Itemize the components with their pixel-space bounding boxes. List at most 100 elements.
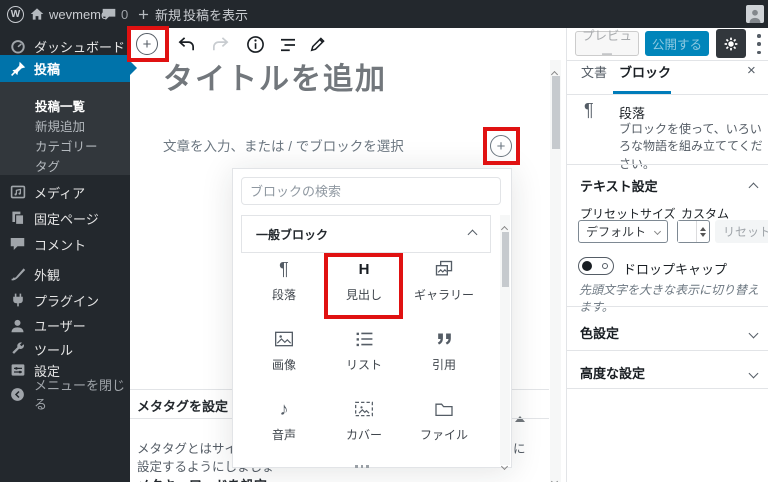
text-settings-collapse[interactable] [748,178,759,196]
undo-button[interactable] [177,35,196,54]
user-icon [9,317,26,334]
sidebar-item-users[interactable]: ユーザー [0,312,130,338]
my-account-menu[interactable] [746,0,764,28]
view-post-link[interactable]: 投稿を表示 [183,0,248,28]
submenu-item-add-new[interactable]: 新規追加 [0,115,130,135]
metabox-title: メタタグを設定 [137,399,229,414]
admin-sidebar: ダッシュボード 投稿 投稿一覧 新規追加 カテゴリー タグ メディア 固定ページ… [0,28,137,482]
editor-scrollbar-thumb[interactable] [551,76,560,149]
sidebar-item-comments[interactable]: コメント [0,231,130,257]
tab-block[interactable]: ブロック [619,62,671,81]
popup-scroll-down[interactable] [500,456,509,474]
sidebar-item-plugins[interactable]: プラグイン [0,287,130,313]
block-item-gallery[interactable]: ギャラリー [406,257,482,313]
comment-bubble-icon [102,8,116,21]
content-info-button[interactable] [246,35,265,54]
wp-logo-menu[interactable]: W [7,0,24,28]
block-item-list[interactable]: リスト [326,327,402,383]
block-item-cover[interactable]: カバー [326,397,402,453]
active-menu-arrow [130,61,137,75]
wordpress-logo-icon: W [7,5,24,23]
comments-menu[interactable]: 0 [102,0,128,28]
color-settings-expand[interactable] [748,324,759,342]
close-sidebar-button[interactable]: × [747,62,756,79]
color-settings-title[interactable]: 色設定 [580,323,619,342]
collapse-arrow-icon [9,386,26,403]
file-block-icon [434,397,454,421]
new-label: 新規 [155,7,182,23]
settings-gear-button[interactable] [716,29,746,58]
publish-button[interactable]: 公開する [645,31,709,56]
sidebar-item-media[interactable]: メディア [0,179,130,205]
sidebar-item-posts[interactable]: 投稿 [0,55,137,82]
toggle-dot [602,262,608,269]
chevron-down-icon [653,227,662,236]
paragraph-block-placeholder[interactable]: 文章を入力、または / でブロックを選択 [163,135,404,155]
comments-icon [9,236,26,253]
block-item-quote[interactable]: 引用 [406,327,482,383]
gear-icon [724,37,738,50]
redo-icon [212,37,229,51]
popup-scrollbar-thumb[interactable] [501,232,509,287]
pages-icon [9,210,26,227]
scroll-down-arrow[interactable] [550,471,559,482]
submenu-item-categories[interactable]: カテゴリー [0,135,130,155]
advanced-settings-title[interactable]: 高度な設定 [580,363,645,382]
highlight-box-toolbar-inserter [127,26,169,62]
kebab-dot [757,34,761,38]
preset-size-select[interactable]: デフォルト [578,220,668,243]
user-avatar [746,5,764,23]
post-title-input[interactable]: タイトルを追加 [163,54,387,98]
common-blocks-section-header[interactable]: 一般ブロック [241,215,491,253]
toggle-knob [582,260,592,271]
metabox-collapse-button[interactable] [515,399,525,422]
highlight-box-heading-block [324,253,403,319]
settings-icon [9,362,26,379]
stepper-down-icon [700,232,706,237]
wrench-icon [9,341,26,358]
sidebar-item-pages[interactable]: 固定ページ [0,205,130,231]
highlight-box-append-button [483,127,520,165]
collapse-menu-button[interactable]: メニューを閉じる [0,378,130,412]
custom-size-input[interactable] [678,221,696,242]
drop-cap-description: 先頭文字を大きな表示に切り替えます。 [579,283,760,314]
edit-mode-button[interactable] [309,35,327,53]
audio-block-icon: ♪ [279,398,289,419]
reset-button[interactable]: リセット [715,220,768,243]
drop-cap-toggle[interactable] [578,257,614,275]
drop-cap-label: ドロップキャップ [623,262,728,277]
new-content-menu[interactable]: 新規 [137,0,181,28]
advanced-settings-expand[interactable] [748,364,759,382]
block-item-file[interactable]: ファイル [406,397,482,453]
media-icon [9,184,26,201]
block-item-image[interactable]: 画像 [246,327,322,383]
redo-button[interactable] [211,35,230,54]
paragraph-block-icon: ¶ [279,258,289,279]
kebab-dot [757,50,761,54]
posts-submenu: 投稿一覧 新規追加 カテゴリー タグ [0,82,130,175]
block-search-input[interactable] [241,177,501,205]
block-description: ブロックを使って、いろいろな物語を組み立ててください。 [619,122,763,171]
submenu-item-all-posts[interactable]: 投稿一覧 [0,95,130,115]
more-options-button[interactable] [755,34,763,54]
sidebar-item-appearance[interactable]: 外観 [0,261,130,287]
wordpress-editor-screen: W wevmemo 0 新規 投稿を表示 ダッシュボード 投稿 投稿一覧 新規追… [0,0,768,482]
block-item-audio[interactable]: ♪ 音声 [246,397,322,453]
tab-document[interactable]: 文書 [581,62,607,81]
submenu-item-tags[interactable]: タグ [0,155,130,175]
plus-icon [137,8,150,21]
outline-icon [281,38,295,52]
preview-button[interactable]: プレビュー [575,29,639,62]
quote-block-icon [435,327,454,351]
kebab-dot [757,42,761,46]
block-navigation-button[interactable] [279,38,297,52]
site-menu[interactable]: wevmemo [30,0,108,28]
number-stepper[interactable] [696,221,709,242]
metabox-body-line1-fragment: に [513,442,526,456]
cover-block-icon [354,397,374,421]
site-name: wevmemo [49,6,109,22]
selected-block-name: 段落 [619,106,646,121]
stepper-up-icon [700,226,706,231]
block-item-paragraph[interactable]: ¶ 段落 [246,257,322,313]
text-settings-title[interactable]: テキスト設定 [580,176,658,195]
